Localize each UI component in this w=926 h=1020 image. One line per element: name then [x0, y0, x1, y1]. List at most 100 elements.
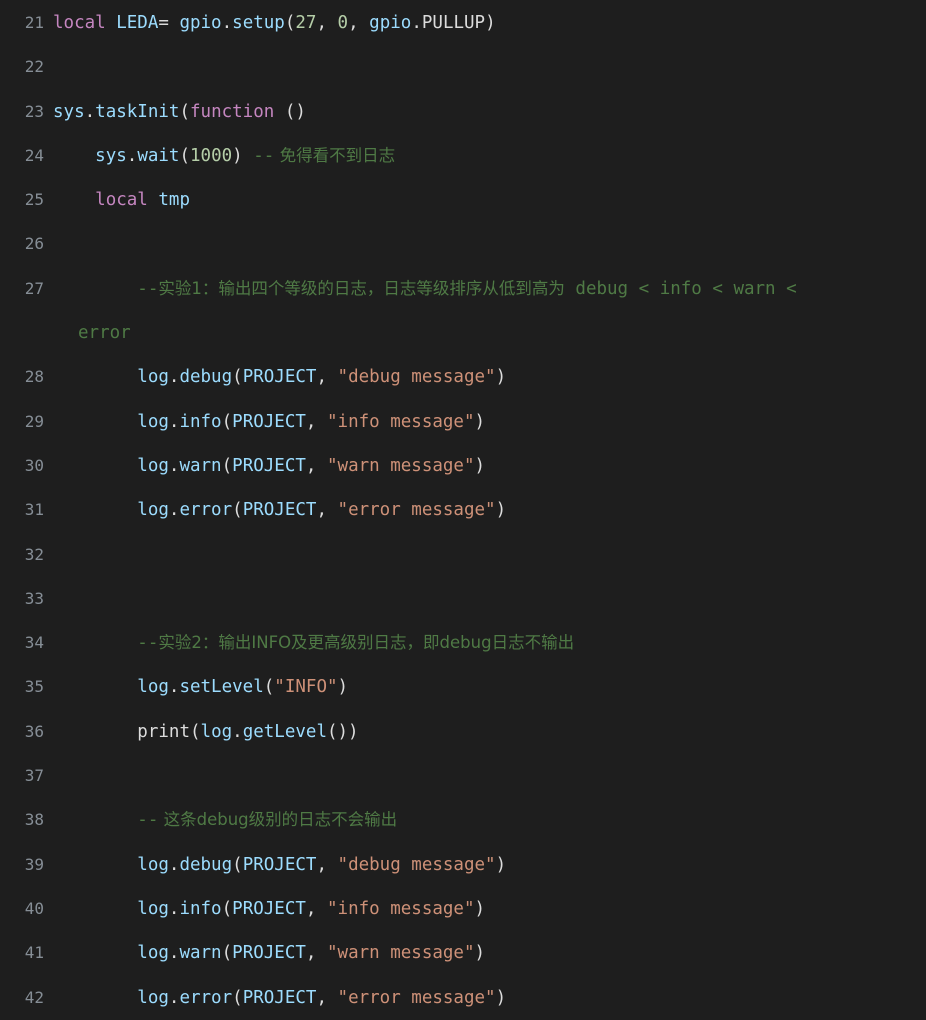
- token-dot: .: [126, 145, 138, 166]
- token-comment-text: 实验2：输出INFO及更高级别日志，即debug日志不输出: [158, 633, 575, 653]
- line-content[interactable]: --实验2：输出INFO及更高级别日志，即debug日志不输出: [44, 621, 926, 665]
- code-line[interactable]: 41 log.warn(PROJECT, "warn message"): [0, 931, 926, 975]
- code-line[interactable]: 39 log.debug(PROJECT, "debug message"): [0, 843, 926, 887]
- code-line[interactable]: 27 --实验1：输出四个等级的日志，日志等级排序从低到高为 debug < i…: [0, 267, 926, 356]
- token-comment: --: [137, 810, 159, 831]
- code-line[interactable]: 38 -- 这条debug级别的日志不会输出: [0, 798, 926, 842]
- code-line[interactable]: 33: [0, 577, 926, 621]
- token-identifier: tmp: [147, 190, 190, 211]
- token-function: error: [179, 987, 233, 1008]
- code-line[interactable]: 28 log.debug(PROJECT, "debug message"): [0, 355, 926, 399]
- line-content[interactable]: log.setLevel("INFO"): [44, 665, 926, 709]
- token-string: "info message": [327, 411, 475, 432]
- token-namespace: log: [137, 677, 169, 698]
- token-identifier: LEDA: [105, 13, 159, 33]
- line-number: 31: [24, 500, 44, 520]
- code-line[interactable]: 23 sys.taskInit(function (): [0, 90, 926, 134]
- line-content[interactable]: log.debug(PROJECT, "debug message"): [44, 355, 926, 399]
- token-string: "error message": [337, 987, 496, 1008]
- token-number: 27: [295, 13, 317, 33]
- code-editor[interactable]: 21 local LEDA= gpio.setup(27, 0, gpio.PU…: [0, 0, 926, 1008]
- code-line[interactable]: 35 log.setLevel("INFO"): [0, 665, 926, 709]
- code-line[interactable]: 21 local LEDA= gpio.setup(27, 0, gpio.PU…: [0, 1, 926, 45]
- token-dot: .: [168, 455, 180, 476]
- token-paren: (: [232, 500, 243, 521]
- line-number: 37: [24, 766, 44, 786]
- token-function: taskInit: [95, 101, 180, 122]
- code-line[interactable]: 29 log.info(PROJECT, "info message"): [0, 400, 926, 444]
- line-content[interactable]: log.error(PROJECT, "error message"): [44, 976, 926, 1020]
- token-comma: ,: [316, 13, 338, 33]
- token-dot: .: [221, 13, 233, 33]
- token-dot: .: [168, 411, 180, 432]
- token-paren: (: [221, 455, 233, 476]
- token-function: setLevel: [179, 677, 264, 698]
- line-number: 33: [24, 588, 44, 608]
- code-line[interactable]: 31 log.error(PROJECT, "error message"): [0, 488, 926, 532]
- line-number: 24: [24, 145, 44, 165]
- token-function: warn: [179, 943, 222, 964]
- token-paren: (: [221, 411, 233, 432]
- token-dot: .: [84, 101, 96, 122]
- token-identifier: PROJECT: [242, 367, 317, 388]
- code-line[interactable]: 40 log.info(PROJECT, "info message"): [0, 887, 926, 931]
- line-number: 36: [24, 721, 44, 741]
- line-content[interactable]: local LEDA= gpio.setup(27, 0, gpio.PULLU…: [44, 1, 926, 45]
- code-line[interactable]: 22: [0, 45, 926, 89]
- token-identifier: PROJECT: [232, 943, 306, 964]
- token-namespace: log: [137, 411, 169, 432]
- code-line[interactable]: 24 sys.wait(1000) -- 免得看不到日志: [0, 134, 926, 178]
- line-content[interactable]: log.warn(PROJECT, "warn message"): [44, 931, 926, 975]
- code-line[interactable]: 25 local tmp: [0, 178, 926, 222]
- code-line[interactable]: 26: [0, 222, 926, 266]
- line-content[interactable]: print(log.getLevel()): [44, 710, 926, 754]
- line-number: 23: [24, 101, 44, 121]
- token-namespace: log: [137, 367, 169, 388]
- line-content[interactable]: log.info(PROJECT, "info message"): [44, 400, 926, 444]
- token-string: "INFO": [274, 677, 338, 698]
- token-number: 1000: [190, 145, 233, 166]
- token-string: "warn message": [327, 943, 475, 964]
- token-function: info: [179, 898, 222, 919]
- line-content[interactable]: log.debug(PROJECT, "debug message"): [44, 843, 926, 887]
- token-string: "error message": [337, 500, 496, 521]
- token-paren: ): [474, 411, 486, 432]
- code-line[interactable]: 32: [0, 533, 926, 577]
- token-namespace: log: [137, 455, 169, 476]
- token-comment-text: 这条debug级别的日志不会输出: [158, 810, 398, 830]
- token-namespace: log: [137, 943, 169, 964]
- token-dot: .: [168, 987, 180, 1008]
- token-function: debug: [179, 367, 233, 388]
- line-content[interactable]: -- 这条debug级别的日志不会输出: [44, 798, 926, 842]
- token-dot: .: [168, 854, 180, 875]
- token-paren: (: [263, 677, 275, 698]
- line-number: 38: [24, 810, 44, 830]
- code-line[interactable]: 42 log.error(PROJECT, "error message"): [0, 976, 926, 1020]
- code-line[interactable]: 30 log.warn(PROJECT, "warn message"): [0, 444, 926, 488]
- line-content[interactable]: sys.taskInit(function (): [44, 90, 926, 134]
- line-content[interactable]: --实验1：输出四个等级的日志，日志等级排序从低到高为 debug < info…: [44, 267, 926, 356]
- token-comment-continuation: error: [78, 323, 131, 344]
- line-content[interactable]: log.error(PROJECT, "error message"): [44, 488, 926, 532]
- line-content[interactable]: local tmp: [44, 178, 926, 222]
- line-content[interactable]: log.info(PROJECT, "info message"): [44, 887, 926, 931]
- code-line[interactable]: 36 print(log.getLevel()): [0, 710, 926, 754]
- token-comment: --: [137, 633, 159, 654]
- line-content[interactable]: sys.wait(1000) -- 免得看不到日志: [44, 134, 926, 178]
- code-line[interactable]: 37: [0, 754, 926, 798]
- line-content[interactable]: log.warn(PROJECT, "warn message"): [44, 444, 926, 488]
- line-number: 39: [24, 854, 44, 874]
- token-dot: .: [168, 367, 180, 388]
- token-namespace: gpio: [369, 13, 412, 33]
- token-paren: ): [485, 13, 496, 33]
- token-comma: ,: [316, 367, 338, 388]
- token-namespace: gpio: [179, 13, 222, 33]
- token-identifier: PROJECT: [232, 455, 306, 476]
- token-dot: .: [168, 500, 180, 521]
- code-line[interactable]: 34 --实验2：输出INFO及更高级别日志，即debug日志不输出: [0, 621, 926, 665]
